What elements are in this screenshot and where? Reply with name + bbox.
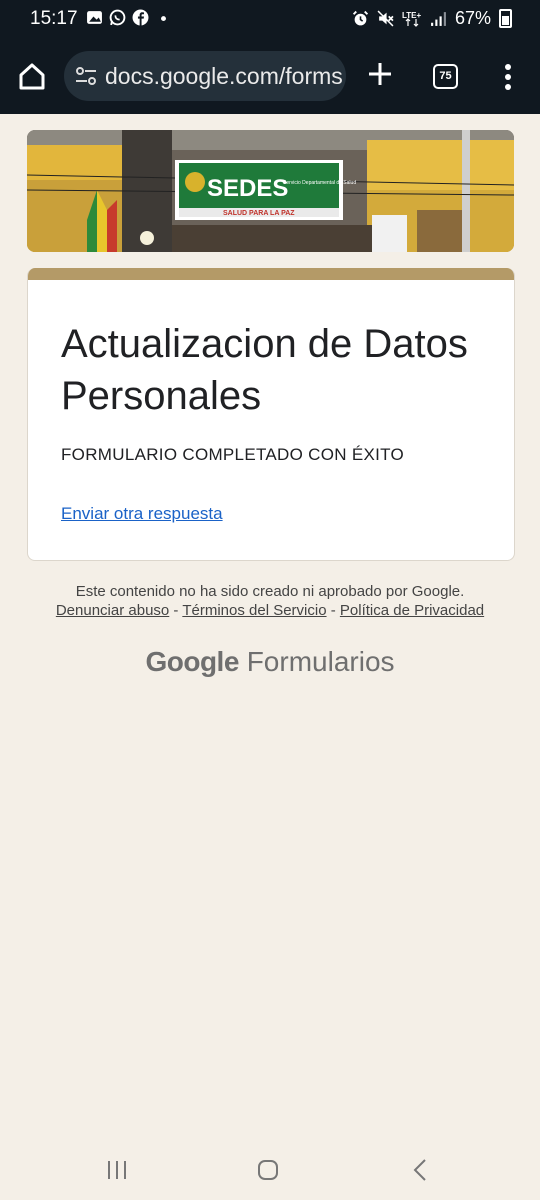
disclaimer-text: Este contenido no ha sido creado ni apro… [75, 583, 465, 600]
sign-text: SEDES [207, 175, 288, 202]
footer-links: Denunciar abuso - Términos del Servicio … [0, 601, 540, 620]
google-wordmark: Google [145, 646, 239, 677]
tab-switcher-button[interactable]: 75 [433, 64, 458, 89]
status-time: 15:17 [30, 8, 78, 29]
whatsapp-icon [109, 9, 126, 26]
svg-text:LTE+: LTE+ [402, 11, 422, 20]
address-bar[interactable]: docs.google.com/forms [64, 51, 346, 101]
report-abuse-link[interactable]: Denunciar abuso [56, 602, 169, 619]
battery-percent: 67% [454, 8, 491, 28]
terms-link[interactable]: Términos del Servicio [182, 602, 326, 619]
confirmation-card: Actualizacion de Datos Personales FORMUL… [27, 268, 515, 561]
form-title: Actualizacion de Datos Personales [61, 322, 468, 418]
lte-icon: LTE+ [402, 11, 422, 27]
recent-apps-icon[interactable] [106, 1159, 128, 1181]
sedes-building-photo: SEDES Servicio Departamental de Salud SA… [27, 130, 514, 252]
submit-another-response-link[interactable]: Enviar otra respuesta [61, 504, 223, 524]
signal-icon [431, 12, 446, 26]
confirmation-message: FORMULARIO COMPLETADO CON ÉXITO [61, 445, 405, 464]
battery-icon [499, 9, 512, 28]
more-notifications-icon [161, 16, 166, 22]
new-tab-icon[interactable] [364, 58, 396, 90]
link-separator: - [169, 602, 183, 619]
back-icon[interactable] [410, 1158, 430, 1182]
gallery-icon [87, 11, 102, 24]
sign-subtext: Servicio Departamental de Salud [283, 180, 356, 186]
link-separator: - [326, 602, 340, 619]
google-forms-logo[interactable]: Google Formularios [0, 646, 540, 678]
alarm-icon [352, 10, 369, 26]
url-text[interactable]: docs.google.com/forms [105, 63, 343, 90]
mute-icon [377, 10, 394, 27]
privacy-link[interactable]: Política de Privacidad [340, 602, 484, 619]
overflow-menu-icon[interactable] [500, 62, 516, 92]
facebook-icon [132, 9, 149, 26]
system-nav-bar [0, 1140, 540, 1200]
home-icon[interactable] [14, 58, 50, 94]
form-header-image: SEDES Servicio Departamental de Salud SA… [27, 130, 514, 252]
notification-icons [86, 9, 172, 26]
forms-wordmark: Formularios [246, 646, 395, 677]
home-nav-icon[interactable] [256, 1158, 280, 1182]
site-settings-icon[interactable] [74, 65, 98, 87]
status-bar: 15:17 LTE+ 67% [0, 0, 540, 38]
browser-toolbar: docs.google.com/forms 75 [0, 38, 540, 114]
sign-slogan: SALUD PARA LA PAZ [223, 210, 295, 217]
system-status: LTE+ 67% [352, 8, 512, 29]
card-accent-bar [28, 268, 514, 280]
